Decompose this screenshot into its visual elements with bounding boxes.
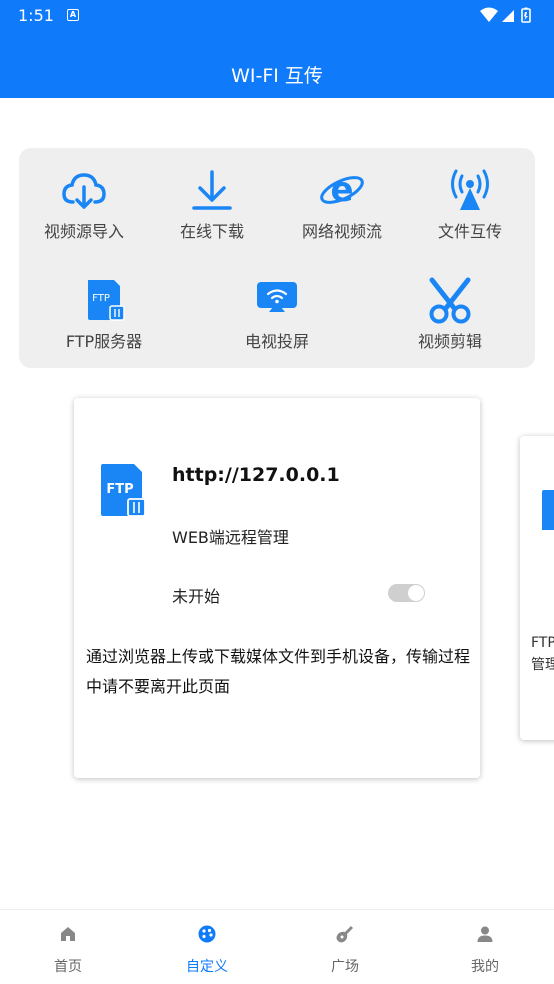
download-icon (192, 170, 232, 210)
toggle-knob (408, 585, 424, 601)
card-description: WEB端远程管理 (172, 528, 289, 547)
nav-mine[interactable]: 我的 (440, 924, 530, 976)
tool-video-source-import[interactable]: 视频源导入 (19, 166, 149, 242)
ftp-file-icon (542, 490, 554, 530)
nav-label: 我的 (471, 959, 499, 975)
status-bar: 1:51 A (0, 0, 554, 32)
next-card-line-2: 管理 (531, 657, 554, 673)
cloud-download-icon (62, 173, 106, 209)
status-icons (480, 7, 531, 23)
server-toggle-switch[interactable] (388, 584, 425, 602)
tv-cast-icon (257, 282, 297, 312)
app-root: 1:51 A WI-FI 互传 视频源导入 在线下载 e 网络视频流 文件互传 … (0, 0, 554, 984)
ftp-server-card[interactable]: FTP http://127.0.0.1 WEB端远程管理 未开始 通过浏览器上… (74, 398, 480, 778)
nav-label: 广场 (331, 959, 359, 975)
svg-text:FTP: FTP (106, 482, 133, 497)
next-card-text: FTP 管理 (531, 632, 554, 676)
svg-text:FTP: FTP (92, 293, 110, 304)
next-card[interactable]: FTP 管理 (520, 436, 554, 740)
wifi-signal-icon (480, 7, 498, 22)
next-card-line-1: FTP (531, 635, 554, 651)
home-icon (61, 927, 75, 941)
tool-tv-cast[interactable]: 电视投屏 (212, 276, 342, 352)
svg-text:e: e (330, 170, 353, 210)
guitar-icon (336, 926, 353, 943)
card-note: 通过浏览器上传或下载媒体文件到手机设备，传输过程中请不要离开此页面 (86, 647, 471, 696)
tool-label: FTP服务器 (65, 332, 143, 351)
status-time: 1:51 (18, 6, 54, 25)
nav-home[interactable]: 首页 (23, 924, 113, 976)
tool-label: 在线下载 (179, 222, 244, 241)
notification-badge: A (67, 9, 79, 21)
app-header: 1:51 A WI-FI 互传 (0, 0, 554, 98)
tool-video-edit[interactable]: 视频剪辑 (385, 276, 515, 352)
tool-label: 网络视频流 (301, 222, 382, 241)
tool-ftp-server[interactable]: FTP FTP服务器 (39, 276, 169, 352)
app-title: WI-FI 互传 (231, 65, 323, 87)
ftp-file-icon: FTP (101, 464, 146, 517)
wifi-antenna-icon (451, 169, 489, 210)
tool-label: 文件互传 (437, 222, 502, 241)
tool-network-stream[interactable]: e 网络视频流 (277, 166, 407, 242)
user-icon (477, 926, 493, 942)
bottom-navigation: 首页 自定义 广场 我的 (0, 909, 554, 984)
tool-online-download[interactable]: 在线下载 (147, 166, 277, 242)
tool-label: 电视投屏 (244, 332, 309, 351)
palette-icon (198, 925, 216, 943)
ie-browser-icon: e (320, 170, 364, 210)
tool-label: 视频剪辑 (417, 332, 482, 351)
server-url: http://127.0.0.1 (172, 464, 340, 486)
scissors-icon (429, 277, 471, 324)
tool-file-transfer[interactable]: 文件互传 (405, 166, 535, 242)
nav-plaza[interactable]: 广场 (300, 924, 390, 976)
tool-label: 视频源导入 (43, 222, 124, 241)
nav-label: 自定义 (186, 959, 228, 975)
tool-grid: 视频源导入 在线下载 e 网络视频流 文件互传 FTP FTP服务器 电视投屏 … (19, 148, 535, 368)
ftp-file-icon: FTP (88, 280, 125, 321)
nav-label: 首页 (54, 959, 82, 975)
nav-custom[interactable]: 自定义 (162, 924, 252, 976)
server-status: 未开始 (172, 587, 221, 606)
cell-signal-icon (502, 10, 514, 22)
